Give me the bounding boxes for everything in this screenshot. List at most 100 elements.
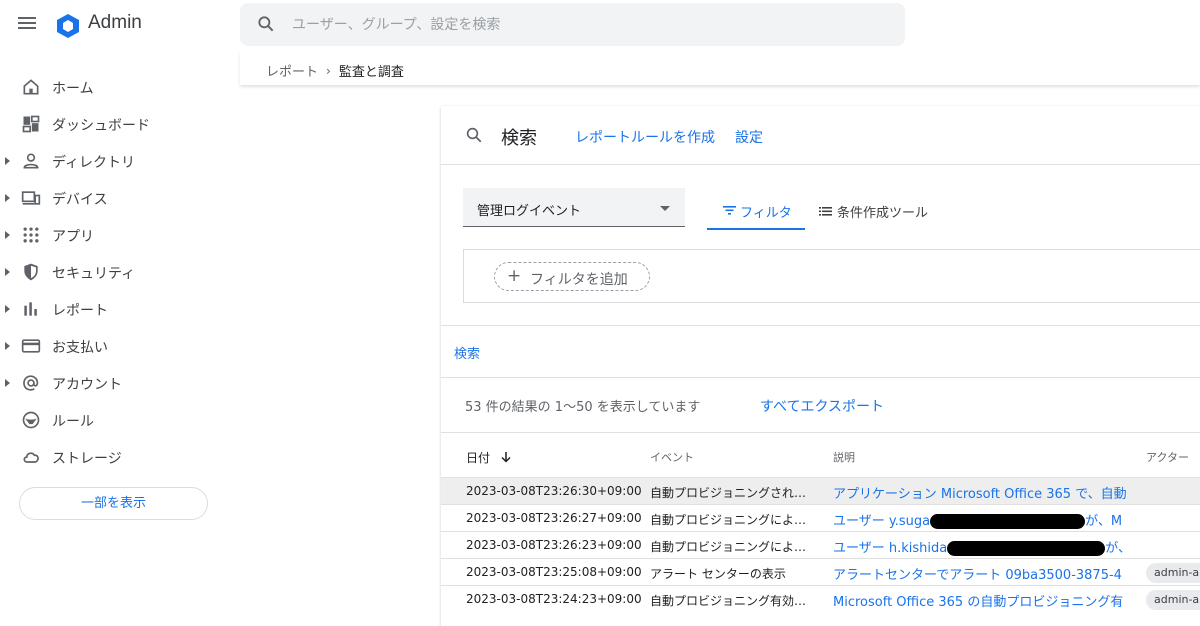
- sidebar-item-apps[interactable]: アプリ: [0, 216, 230, 253]
- apps-grid-icon: [23, 227, 39, 243]
- card-header: 検索 レポートルールを作成 設定: [441, 106, 1200, 165]
- description-text: が、: [1105, 541, 1129, 556]
- audit-search-card: 検索 レポートルールを作成 設定 管理ログイベント フィルタ 条件作成ツール +…: [441, 106, 1200, 626]
- table-row[interactable]: 2023-03-08T23:26:30+09:00 自動プロビジョニングされ… …: [441, 477, 1200, 504]
- table-row[interactable]: 2023-03-08T23:26:23+09:00 自動プロビジョニングによ… …: [441, 531, 1200, 558]
- row-event: 自動プロビジョニングによ…: [650, 513, 807, 527]
- breadcrumb: レポート › 監査と調査: [266, 61, 404, 81]
- main-menu-button[interactable]: [18, 14, 38, 34]
- expand-arrow-icon[interactable]: [5, 379, 10, 387]
- breadcrumb-separator: ›: [326, 63, 331, 78]
- sidebar-item-label: レポート: [52, 303, 108, 319]
- breadcrumb-reports-link[interactable]: レポート: [266, 61, 318, 80]
- add-filter-label: フィルタを追加: [530, 272, 628, 288]
- sidebar-item-devices[interactable]: デバイス: [0, 179, 230, 216]
- sidebar-item-label: お支払い: [52, 340, 108, 356]
- column-header-event[interactable]: イベント: [650, 449, 694, 465]
- list-icon: [819, 207, 832, 216]
- sidebar-item-label: アプリ: [52, 229, 94, 245]
- data-source-select[interactable]: 管理ログイベント: [463, 188, 685, 227]
- menu-icon: [18, 17, 36, 19]
- expand-arrow-icon[interactable]: [5, 194, 10, 202]
- global-search[interactable]: [240, 3, 905, 46]
- credit-card-icon: [21, 339, 41, 353]
- sidebar-item-label: ホーム: [52, 81, 94, 97]
- row-event: アラート センターの表示: [650, 567, 786, 581]
- expand-arrow-icon[interactable]: [5, 342, 10, 350]
- shield-icon: [24, 263, 38, 281]
- person-icon: [23, 153, 39, 169]
- tab-filter-label: フィルタ: [740, 206, 792, 221]
- table-row[interactable]: 2023-03-08T23:26:27+09:00 自動プロビジョニングによ… …: [441, 504, 1200, 531]
- search-icon: [466, 127, 482, 143]
- expand-arrow-icon[interactable]: [5, 268, 10, 276]
- sort-down-arrow-icon: [501, 452, 511, 463]
- actor-chip[interactable]: admin-al: [1146, 563, 1200, 583]
- row-description-link[interactable]: ユーザー y.suga が、M: [833, 510, 1129, 529]
- plus-icon: +: [507, 266, 522, 286]
- export-all-button[interactable]: すべてエクスポート: [760, 396, 884, 416]
- filter-lines-icon: [723, 206, 736, 215]
- admin-logo-icon[interactable]: [55, 13, 81, 39]
- sidebar-item-rules[interactable]: ルール: [0, 401, 230, 438]
- table-row[interactable]: 2023-03-08T23:24:23+09:00 自動プロビジョニング有効… …: [441, 585, 1200, 612]
- sidebar-item-label: ストレージ: [52, 451, 122, 467]
- column-header-actor[interactable]: アクター: [1146, 449, 1189, 465]
- tab-filter[interactable]: フィルタ: [707, 192, 805, 230]
- row-date: 2023-03-08T23:26:30+09:00: [466, 484, 641, 498]
- row-description-link[interactable]: ユーザー h.kishida が、: [833, 537, 1129, 556]
- search-button[interactable]: 検索: [454, 343, 480, 362]
- create-report-rule-link[interactable]: レポートルールを作成: [575, 127, 715, 147]
- expand-arrow-icon[interactable]: [5, 231, 10, 239]
- sidebar-item-directory[interactable]: ディレクトリ: [0, 142, 230, 179]
- table-row[interactable]: 2023-03-08T23:25:08+09:00 アラート センターの表示 ア…: [441, 558, 1200, 585]
- description-text: ユーザー y.suga: [833, 514, 931, 529]
- actor-chip[interactable]: admin-al: [1146, 590, 1200, 610]
- sidebar-item-label: ルール: [52, 414, 94, 430]
- description-text: ユーザー h.kishida: [833, 541, 948, 556]
- tab-builder-label: 条件作成ツール: [837, 206, 929, 221]
- settings-link[interactable]: 設定: [735, 127, 763, 147]
- column-header-description[interactable]: 説明: [833, 449, 855, 465]
- sidebar-item-label: アカウント: [52, 377, 122, 393]
- sidebar-item-reports[interactable]: レポート: [0, 290, 230, 327]
- row-date: 2023-03-08T23:26:27+09:00: [466, 511, 641, 525]
- search-input[interactable]: [292, 3, 892, 46]
- sidebar-item-label: ダッシュボード: [52, 118, 150, 134]
- sidebar-item-dashboard[interactable]: ダッシュボード: [0, 105, 230, 142]
- sidebar-item-label: ディレクトリ: [52, 155, 136, 171]
- row-description-link[interactable]: アプリケーション Microsoft Office 365 で、自動: [833, 483, 1129, 502]
- sidebar-item-security[interactable]: セキュリティ: [0, 253, 230, 290]
- table-header: 日付 イベント 説明 アクター: [441, 432, 1200, 477]
- show-less-button[interactable]: 一部を表示: [19, 487, 208, 520]
- results-count: 53 件の結果の 1〜50 を表示しています: [465, 400, 701, 415]
- app-title[interactable]: Admin: [88, 12, 142, 34]
- expand-arrow-icon[interactable]: [5, 157, 10, 165]
- column-header-date[interactable]: 日付: [466, 449, 512, 466]
- expand-arrow-icon[interactable]: [5, 305, 10, 313]
- breadcrumb-bar: レポート › 監査と調査: [240, 52, 1200, 85]
- row-event: 自動プロビジョニングされ…: [650, 486, 807, 500]
- sidebar-item-home[interactable]: ホーム: [0, 68, 230, 105]
- row-date: 2023-03-08T23:25:08+09:00: [466, 565, 641, 579]
- column-date-label: 日付: [466, 451, 491, 465]
- redaction-bar: [947, 541, 1106, 556]
- row-date: 2023-03-08T23:26:23+09:00: [466, 538, 641, 552]
- search-action-bar: 検索: [441, 325, 1200, 378]
- row-event: 自動プロビジョニングによ…: [650, 540, 807, 554]
- sidebar-item-storage[interactable]: ストレージ: [0, 438, 230, 475]
- rules-icon: [22, 411, 40, 429]
- breadcrumb-current: 監査と調査: [338, 65, 404, 80]
- data-source-value: 管理ログイベント: [477, 204, 582, 219]
- sidebar-item-billing[interactable]: お支払い: [0, 327, 230, 364]
- description-text: が、M: [1085, 514, 1123, 529]
- home-icon: [23, 79, 39, 95]
- sidebar-item-account[interactable]: アカウント: [0, 364, 230, 401]
- filter-area: + フィルタを追加: [463, 249, 1200, 303]
- add-filter-button[interactable]: + フィルタを追加: [494, 262, 650, 291]
- dashboard-icon: [22, 115, 40, 133]
- row-description-link[interactable]: Microsoft Office 365 の自動プロビジョニング有: [833, 591, 1129, 610]
- bar-chart-icon: [24, 302, 37, 316]
- row-description-link[interactable]: アラートセンターでアラート 09ba3500-3875-4: [833, 564, 1129, 583]
- cloud-icon: [23, 452, 39, 463]
